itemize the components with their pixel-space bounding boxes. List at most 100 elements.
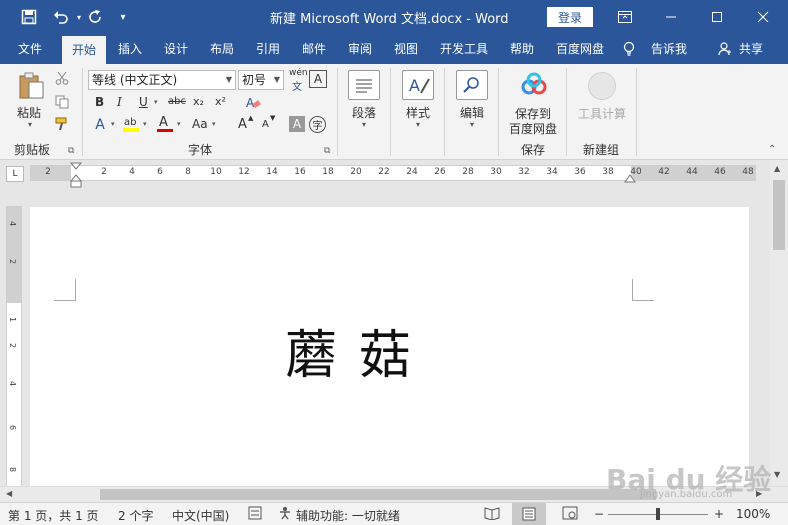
- page-count-status[interactable]: 第 1 页，共 1 页: [8, 507, 99, 524]
- horizontal-scroll-thumb[interactable]: [100, 489, 656, 500]
- format-painter-icon[interactable]: [54, 116, 70, 132]
- save-to-label-line2[interactable]: 百度网盘: [509, 120, 557, 137]
- tab-insert[interactable]: 插入: [110, 34, 150, 64]
- shrink-font-button[interactable]: A: [262, 119, 269, 130]
- styles-icon[interactable]: A: [402, 70, 434, 100]
- chevron-down-icon: ▼: [225, 75, 232, 84]
- macro-record-icon[interactable]: [248, 506, 262, 523]
- styles-button[interactable]: 样式: [406, 104, 430, 121]
- editing-dropdown-icon[interactable]: ▾: [470, 120, 474, 129]
- grow-font-button[interactable]: A: [238, 117, 247, 132]
- cut-icon[interactable]: [54, 70, 70, 86]
- subscript-button[interactable]: x₂: [193, 95, 204, 108]
- tab-developer[interactable]: 开发工具: [436, 34, 492, 64]
- vertical-ruler[interactable]: 4 2 1 2 4 6 8: [6, 206, 22, 488]
- clear-formatting-icon[interactable]: A: [244, 94, 262, 112]
- zoom-level[interactable]: 100%: [736, 507, 770, 521]
- ribbon: 粘贴 ▾ 剪贴板 ⧉ 等线 (中文正文) ▼ 初号 ▼ wén 文 A B I …: [0, 64, 788, 160]
- strikethrough-button[interactable]: abc: [168, 96, 186, 107]
- save-icon[interactable]: [18, 6, 40, 28]
- underline-dropdown-icon[interactable]: ▾: [154, 98, 158, 106]
- share-person-icon[interactable]: [718, 34, 732, 64]
- customize-toolbar-icon[interactable]: ▾: [112, 6, 134, 28]
- print-layout-button[interactable]: [512, 503, 546, 525]
- font-color-icon[interactable]: A: [156, 114, 174, 134]
- zoom-in-icon[interactable]: +: [714, 507, 724, 521]
- zoom-out-icon[interactable]: −: [594, 507, 604, 521]
- group-separator: [82, 68, 83, 156]
- group-separator: [444, 68, 445, 156]
- character-border-icon[interactable]: A: [309, 70, 327, 88]
- font-color-dropdown-icon[interactable]: ▾: [177, 120, 181, 128]
- close-icon[interactable]: [740, 0, 786, 34]
- accessibility-icon[interactable]: [278, 506, 292, 523]
- phonetic-guide-button[interactable]: wén: [289, 68, 308, 78]
- tab-references[interactable]: 引用: [248, 34, 288, 64]
- tab-mailings[interactable]: 邮件: [294, 34, 334, 64]
- editing-search-icon[interactable]: [456, 70, 488, 100]
- change-case-dropdown-icon[interactable]: ▾: [212, 120, 216, 128]
- italic-button[interactable]: I: [117, 95, 122, 109]
- character-shading-icon[interactable]: A: [289, 116, 305, 132]
- scroll-down-icon[interactable]: ▼: [774, 470, 780, 479]
- login-button[interactable]: 登录: [547, 7, 593, 27]
- language-status[interactable]: 中文(中国): [172, 507, 229, 524]
- lightbulb-icon[interactable]: [622, 34, 636, 64]
- styles-dropdown-icon[interactable]: ▾: [416, 120, 420, 129]
- tab-file[interactable]: 文件: [8, 34, 52, 64]
- tab-layout[interactable]: 布局: [202, 34, 242, 64]
- paragraph-dropdown-icon[interactable]: ▾: [362, 120, 366, 129]
- font-launcher-icon[interactable]: ⧉: [324, 146, 330, 156]
- share-button[interactable]: 共享: [736, 34, 766, 64]
- redo-icon[interactable]: [84, 6, 106, 28]
- ruler-number: 4: [129, 167, 135, 177]
- bold-button[interactable]: B: [95, 95, 104, 109]
- tell-me-search[interactable]: 告诉我: [646, 34, 692, 64]
- paste-dropdown-icon[interactable]: ▾: [28, 120, 32, 129]
- indent-marker[interactable]: [69, 162, 83, 188]
- font-size-combo[interactable]: 初号 ▼: [238, 70, 284, 90]
- accessibility-status[interactable]: 辅助功能: 一切就绪: [296, 507, 400, 524]
- tab-selector-icon[interactable]: L: [6, 166, 24, 182]
- ruler-number: 18: [322, 167, 334, 177]
- tab-home[interactable]: 开始: [62, 36, 106, 64]
- tab-review[interactable]: 审阅: [340, 34, 380, 64]
- read-mode-icon[interactable]: [484, 506, 500, 523]
- baidu-netdisk-icon[interactable]: [518, 70, 550, 100]
- tab-baidu-netdisk[interactable]: 百度网盘: [550, 34, 610, 64]
- maximize-icon[interactable]: [694, 0, 740, 34]
- web-layout-icon[interactable]: [562, 506, 578, 523]
- zoom-slider-thumb[interactable]: [656, 508, 660, 520]
- underline-button[interactable]: U: [139, 95, 148, 109]
- highlight-dropdown-icon[interactable]: ▾: [143, 120, 147, 128]
- tab-design[interactable]: 设计: [156, 34, 196, 64]
- vertical-scrollbar[interactable]: ▲ ▼: [770, 160, 788, 486]
- document-text[interactable]: 蘑菇: [285, 313, 433, 388]
- paragraph-icon[interactable]: [348, 70, 380, 100]
- right-indent-marker[interactable]: [624, 173, 636, 183]
- clipboard-launcher-icon[interactable]: ⧉: [68, 146, 74, 156]
- vertical-scroll-thumb[interactable]: [773, 180, 785, 250]
- enclose-characters-icon[interactable]: 字: [309, 116, 326, 133]
- collapse-ribbon-icon[interactable]: ⌃: [768, 144, 776, 155]
- highlight-icon[interactable]: ab: [122, 114, 140, 134]
- text-effects-dropdown-icon[interactable]: ▾: [111, 120, 115, 128]
- superscript-button[interactable]: x²: [215, 95, 226, 108]
- paste-icon[interactable]: [14, 70, 48, 100]
- document-page[interactable]: 蘑菇: [30, 207, 749, 487]
- tab-view[interactable]: 视图: [386, 34, 426, 64]
- paragraph-button[interactable]: 段落: [352, 104, 376, 121]
- horizontal-ruler[interactable]: 2 2 4 6 8 10 12 14 16 18 20 22 24 26 28 …: [30, 165, 756, 181]
- change-case-button[interactable]: Aa: [192, 117, 208, 131]
- tab-help[interactable]: 帮助: [504, 34, 540, 64]
- minimize-icon[interactable]: [648, 0, 694, 34]
- editing-button[interactable]: 编辑: [460, 104, 484, 121]
- font-name-combo[interactable]: 等线 (中文正文) ▼: [88, 70, 236, 90]
- scroll-left-icon[interactable]: ◀: [6, 489, 12, 498]
- ribbon-display-options-icon[interactable]: [602, 0, 648, 34]
- word-count-status[interactable]: 2 个字: [118, 507, 153, 524]
- text-effects-icon[interactable]: A: [92, 116, 108, 134]
- copy-icon[interactable]: [54, 94, 70, 110]
- paste-label[interactable]: 粘贴: [17, 104, 41, 121]
- scroll-up-icon[interactable]: ▲: [774, 164, 780, 173]
